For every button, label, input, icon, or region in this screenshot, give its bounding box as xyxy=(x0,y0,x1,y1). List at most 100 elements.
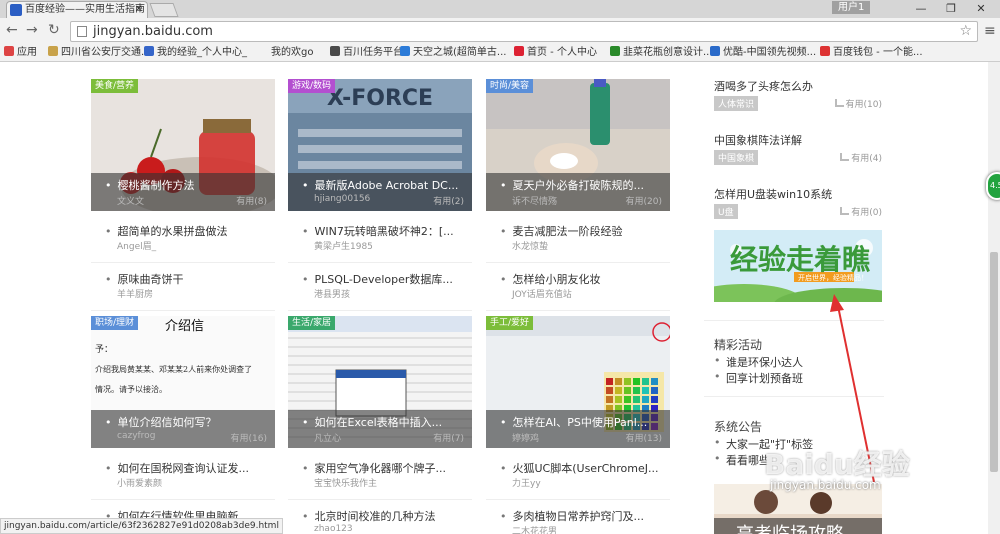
bookmark-item[interactable]: 天空之城(超简单古... xyxy=(400,46,506,60)
card-author[interactable]: 文义文 xyxy=(117,194,144,207)
activity-link[interactable]: 回享计划预备班 xyxy=(714,370,803,386)
category-badge[interactable]: 手工/爱好 xyxy=(486,316,534,330)
list-item-author[interactable]: 港县男孩 xyxy=(314,287,350,300)
list-item[interactable]: 超简单的水果拼盘做法Angel眉_ xyxy=(91,215,275,263)
bookmark-item[interactable]: 百度钱包 - 一个能... xyxy=(820,46,923,60)
card-title[interactable]: 怎样在AI、PS中使用Panl... xyxy=(500,414,648,430)
card-title[interactable]: 单位介绍信如何写？ xyxy=(105,414,217,430)
list-item[interactable]: 家用空气净化器哪个牌子...宝宝快乐我作主 xyxy=(288,452,472,500)
question-tag[interactable]: 中国象棋 xyxy=(714,150,759,165)
scrollbar-thumb[interactable] xyxy=(990,252,998,472)
question-tag[interactable]: 人体常识 xyxy=(714,96,759,111)
bookmark-item[interactable]: 首页 - 个人中心 xyxy=(514,46,597,60)
bookmark-item[interactable]: 应用 xyxy=(4,46,37,60)
floating-action-button[interactable]: 4.5 xyxy=(986,172,1000,200)
list-item-title[interactable]: 北京时间校准的几种方法 xyxy=(302,508,436,524)
bookmark-star-icon[interactable]: ☆ xyxy=(959,22,972,41)
list-item-author[interactable]: 水龙惊蛰 xyxy=(512,239,548,252)
list-item-title[interactable]: WIN7玩转暗黑破坏神2：[... xyxy=(302,223,454,239)
category-badge[interactable]: 职场/理财 xyxy=(91,316,139,330)
bookmark-favicon-icon xyxy=(610,46,620,56)
card-author[interactable]: 凡立心 xyxy=(314,431,341,444)
list-item[interactable]: 如何在国税网查询认证发...小雨爱素颜 xyxy=(91,452,275,500)
category-badge[interactable]: 美食/营养 xyxy=(91,79,139,93)
card-image[interactable]: 美食/营养樱桃酱制作方法文义文 有用(8) xyxy=(91,79,275,211)
list-item-author[interactable]: 羊羊厨房 xyxy=(117,287,153,300)
card-image[interactable]: 介绍信予： 介绍我局黄某某、邓某某2人前来你处调查了情况。请予以接洽。 职场/理财单… xyxy=(91,316,275,448)
category-badge[interactable]: 时尚/美容 xyxy=(486,79,534,93)
list-item[interactable]: 北京时间校准的几种方法zhao123 xyxy=(288,500,472,534)
category-badge[interactable]: 生活/家居 xyxy=(288,316,336,330)
card-author[interactable]: cazyfrog xyxy=(117,431,155,441)
card-image[interactable]: 时尚/美容夏天户外必备打破陈规的...诉不尽情殇 有用(20) xyxy=(486,79,670,211)
list-item-author[interactable]: zhao123 xyxy=(314,524,353,534)
card-title[interactable]: 最新版Adobe Acrobat DC... xyxy=(302,177,459,193)
list-item[interactable]: 原味曲奇饼干羊羊厨房 xyxy=(91,263,275,311)
question-title[interactable]: 怎样用U盘装win10系统 xyxy=(714,186,832,202)
card-image[interactable]: 生活/家居如何在Excel表格中插入...凡立心 有用(7) xyxy=(288,316,472,448)
question-title[interactable]: 中国象棋阵法详解 xyxy=(714,132,802,148)
close-window-icon[interactable]: ✕ xyxy=(966,0,996,18)
chrome-menu-icon[interactable]: ≡ xyxy=(984,23,996,39)
list-item[interactable]: WIN7玩转暗黑破坏神2：[...黄梁卢生1985 xyxy=(288,215,472,263)
list-item-title[interactable]: 麦吉减肥法一阶段经验 xyxy=(500,223,623,239)
browser-tab[interactable]: 百度经验——实用生活指南 ✕ xyxy=(6,1,148,18)
list-item-title[interactable]: 怎样给小朋友化妆 xyxy=(500,271,601,287)
card-author[interactable]: hjiang00156 xyxy=(314,194,370,204)
list-item-title[interactable]: PLSQL-Developer数据库... xyxy=(302,271,453,287)
card-title[interactable]: 如何在Excel表格中插入... xyxy=(302,414,443,430)
svg-text:X-FORCE: X-FORCE xyxy=(327,86,433,111)
question-tag[interactable]: U盘 xyxy=(714,204,738,219)
bookmark-item[interactable]: 四川省公安厅交通... xyxy=(48,46,151,60)
card-author[interactable]: 婷婷鸡 xyxy=(512,431,539,444)
list-item-title[interactable]: 原味曲奇饼干 xyxy=(105,271,184,287)
back-icon[interactable]: ← xyxy=(6,22,18,38)
bookmark-item[interactable]: 优酷-中国领先视频... xyxy=(710,46,816,60)
card-image[interactable]: X-FORCE游戏/数码最新版Adobe Acrobat DC...hjiang… xyxy=(288,79,472,211)
url-text: jingyan.baidu.com xyxy=(93,24,213,39)
list-item-title[interactable]: 多肉植物日常养护窍门及... xyxy=(500,508,645,524)
list-item[interactable]: 多肉植物日常养护窍门及...二木花花男 xyxy=(486,500,670,534)
activity-heading: 精彩活动 xyxy=(714,338,763,352)
list-item-title[interactable]: 家用空气净化器哪个牌子... xyxy=(302,460,447,476)
list-item-title[interactable]: 如何在国税网查询认证发... xyxy=(105,460,250,476)
useful-count: 有用(10) xyxy=(845,100,882,110)
bookmark-item[interactable]: 百川任务平台 xyxy=(330,46,403,60)
category-badge[interactable]: 游戏/数码 xyxy=(288,79,336,93)
list-item[interactable]: 怎样给小朋友化妆JOY话眉充值站 xyxy=(486,263,670,311)
user-profile-button[interactable]: 用户1 xyxy=(832,1,871,14)
bookmark-favicon-icon xyxy=(4,46,14,56)
list-item[interactable]: 火狐UC脚本(UserChromeJ...力王yy xyxy=(486,452,670,500)
list-item-title[interactable]: 火狐UC脚本(UserChromeJ... xyxy=(500,460,659,476)
svg-text:予：: 予： xyxy=(95,344,113,355)
list-item-author[interactable]: 黄梁卢生1985 xyxy=(314,239,373,252)
list-item[interactable]: PLSQL-Developer数据库...港县男孩 xyxy=(288,263,472,311)
list-item[interactable]: 麦吉减肥法一阶段经验水龙惊蛰 xyxy=(486,215,670,263)
question-title[interactable]: 酒喝多了头疼怎么办 xyxy=(714,78,813,94)
list-item-author[interactable]: 宝宝快乐我作主 xyxy=(314,476,377,489)
list-item-author[interactable]: 小雨爱素颜 xyxy=(117,476,162,489)
list-item-title[interactable]: 超简单的水果拼盘做法 xyxy=(105,223,228,239)
card-image[interactable]: 手工/爱好怎样在AI、PS中使用Panl...婷婷鸡 有用(13) xyxy=(486,316,670,448)
bookmark-item[interactable]: 我的经验_个人中心_ xyxy=(144,46,247,60)
forward-icon[interactable]: → xyxy=(26,22,38,38)
bookmark-item[interactable]: 我的欢go xyxy=(258,46,313,60)
list-item-author[interactable]: 二木花花男 xyxy=(512,524,557,534)
list-item-author[interactable]: Angel眉_ xyxy=(117,239,156,252)
activity-link[interactable]: 谁是环保小达人 xyxy=(714,354,803,370)
bookmark-item[interactable]: 韭菜花瓶创意设计... xyxy=(610,46,713,60)
reload-icon[interactable]: ↻ xyxy=(48,22,60,38)
list-item-author[interactable]: 力王yy xyxy=(512,476,541,489)
card-title[interactable]: 樱桃酱制作方法 xyxy=(105,177,195,193)
scrollbar[interactable] xyxy=(988,62,1000,534)
maximize-icon[interactable]: ❐ xyxy=(936,0,966,18)
card-author[interactable]: 诉不尽情殇 xyxy=(512,194,557,207)
new-tab-button[interactable] xyxy=(149,3,179,17)
bookmark-favicon-icon xyxy=(514,46,524,56)
question-useful: 有用(0) xyxy=(840,205,882,218)
address-bar[interactable]: jingyan.baidu.com ☆ xyxy=(70,21,978,42)
card-title[interactable]: 夏天户外必备打破陈规的... xyxy=(500,177,645,193)
minimize-icon[interactable]: — xyxy=(906,0,936,18)
close-tab-icon[interactable]: ✕ xyxy=(135,2,143,17)
list-item-author[interactable]: JOY话眉充值站 xyxy=(512,287,572,300)
